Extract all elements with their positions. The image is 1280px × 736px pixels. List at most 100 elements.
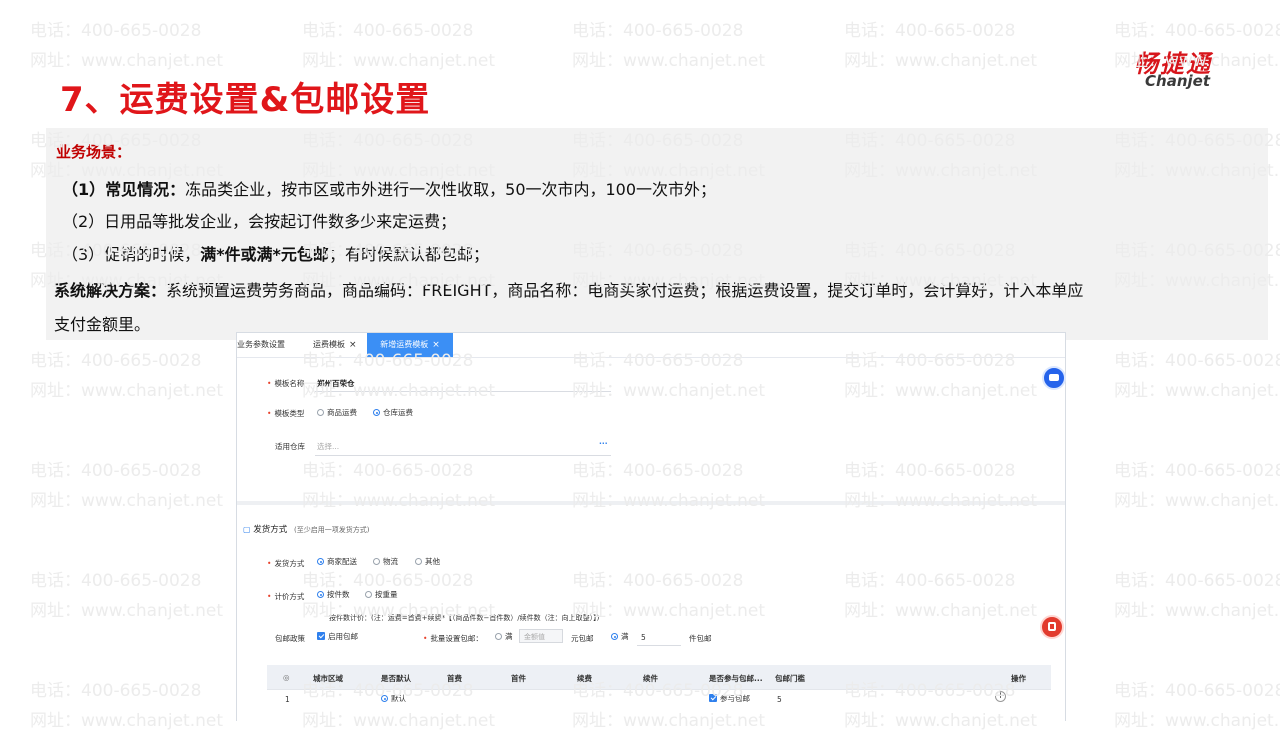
radio-icon	[495, 633, 502, 640]
watermark-phone: 电话：400-665-0028	[30, 21, 202, 41]
table-row-free-join-checkbox[interactable]: 参与包邮	[709, 693, 750, 704]
free-policy-label: 包邮政策	[275, 634, 305, 643]
table-header-next-qty: 续件	[643, 674, 658, 683]
radio-by-quantity-label: 按件数	[327, 590, 350, 599]
radio-by-weight[interactable]: 按重量	[365, 589, 398, 600]
solution-line-1: 系统解决方案：系统预置运费劳务商品，商品编码：FREIGHT，商品名称：电商买家…	[54, 277, 1083, 301]
radio-icon	[365, 591, 372, 598]
pricing-method-label: • 计价方式	[267, 592, 305, 601]
template-name-label: • 模板名称	[267, 379, 305, 388]
radio-by-weight-label: 按重量	[375, 590, 398, 599]
page-title: 7、运费设置&包邮设置	[60, 80, 431, 120]
logo-en-text: Chanjet	[1145, 72, 1210, 90]
close-icon[interactable]: ×	[349, 340, 357, 350]
radio-goods-freight[interactable]: 商品运费	[317, 407, 357, 418]
radio-selected-icon	[381, 695, 388, 702]
unit-yuan: 元包邮	[571, 634, 594, 643]
warehouse-select[interactable]: 选择...	[317, 441, 339, 452]
watermark-text: 电话：400-665-0028网址：www.chanjet.net	[302, 16, 495, 76]
table-header-action: 操作	[1011, 674, 1026, 683]
watermark-phone: 电话：400-665-0028	[1114, 681, 1280, 701]
service-float-icon[interactable]	[1040, 615, 1064, 639]
solution-prefix: 系统解决方案：	[54, 281, 167, 300]
radio-selected-icon	[611, 633, 618, 640]
watermark-text: 电话：400-665-0028 网址：www.chanjet.net	[1114, 566, 1280, 626]
warehouse-label: 适用仓库	[275, 442, 305, 451]
tab-new-freight-template[interactable]: 新增运费模板 ×	[367, 333, 453, 357]
chat-float-icon[interactable]	[1042, 366, 1066, 390]
watermark-site: 网址：www.chanjet.net	[30, 491, 224, 511]
watermark-phone: 电话：400-665-0028	[30, 461, 202, 481]
tab-new-freight-template-label: 新增运费模板	[380, 340, 429, 349]
more-icon[interactable]: ···	[599, 439, 608, 448]
radio-by-quantity[interactable]: 按件数	[317, 589, 350, 600]
table-header-first-qty: 首件	[511, 674, 526, 683]
watermark-phone: 电话：400-665-0028	[1114, 461, 1280, 481]
radio-qty-threshold-label: 满	[621, 632, 629, 641]
radio-qty-threshold[interactable]: 满	[611, 631, 629, 642]
table-row-free-join-label: 参与包邮	[720, 694, 750, 703]
batch-free-label: • 批量设置包邮：	[423, 634, 483, 643]
table-header-default: 是否默认运费规则	[381, 674, 411, 683]
unit-piece: 件包邮	[689, 634, 712, 643]
table-row-default-label: 默认	[391, 694, 406, 703]
enable-free-shipping-checkbox[interactable]: 启用包邮	[317, 631, 358, 642]
watermark-phone: 电话：400-665-0028	[1114, 571, 1280, 591]
box-icon: ▢	[243, 525, 251, 534]
scenario-heading: 业务场景：	[56, 143, 132, 161]
watermark-site: 网址：www.chanjet.net	[1114, 601, 1280, 621]
amount-input[interactable]: 金额值	[519, 629, 563, 643]
scenario-item-1-text: 冻品类企业，按市区或市外进行一次性收取，50一次市内，100一次市外；	[185, 180, 717, 199]
delivery-method-label: • 发货方式	[267, 559, 305, 568]
watermark-text: 电话：400-665-0028网址：www.chanjet.net	[572, 16, 765, 76]
scenario-item-1-prefix: （1）常见情况：	[62, 180, 186, 199]
radio-other[interactable]: 其他	[415, 556, 440, 567]
table-header-city: 城市区域	[313, 674, 343, 683]
template-type-label-text: 模板类型	[274, 409, 305, 418]
template-name-input[interactable]: 郑州百荣仓	[317, 378, 355, 389]
watermark-text: 电话：400-665-0028网址：www.chanjet.net	[30, 346, 223, 406]
scenario-item-3-a: （3）促销的时候，	[62, 245, 201, 264]
watermark-site: 网址：www.chanjet.net	[30, 601, 224, 621]
radio-selected-icon	[317, 558, 324, 565]
tab-freight-template[interactable]: 运费模板 ×	[311, 333, 371, 357]
radio-amount-threshold[interactable]: 满	[495, 631, 513, 642]
enable-free-shipping-label: 启用包邮	[328, 632, 358, 641]
watermark-phone: 电话：400-665-0028	[30, 351, 202, 371]
qty-input[interactable]: 5	[641, 633, 646, 642]
tab-bar: 业务参数设置 运费模板 × 新增运费模板 ×	[237, 333, 1065, 358]
solution-line-2: 支付金额里。	[54, 315, 151, 334]
table-row-threshold[interactable]: 5	[777, 695, 782, 704]
radio-amount-threshold-label: 满	[505, 632, 513, 641]
template-name-label-text: 模板名称	[274, 379, 305, 388]
table-header-next-fee: 续费	[577, 674, 592, 683]
watermark-phone: 电话：400-665-0028	[572, 21, 744, 41]
tab-freight-template-label: 运费模板	[313, 340, 345, 349]
radio-logistics[interactable]: 物流	[373, 556, 398, 567]
table-header-select-all[interactable]: ◎	[283, 673, 290, 682]
radio-merchant-delivery[interactable]: 商家配送	[317, 556, 357, 567]
watermark-text: 电话：400-665-0028网址：www.chanjet.net	[1114, 456, 1280, 516]
close-icon[interactable]: ×	[432, 340, 440, 350]
watermark-text: 电话：400-665-0028网址：www.chanjet.net	[30, 566, 223, 626]
watermark-site: 网址：www.chanjet.net	[844, 51, 1038, 71]
radio-selected-icon	[317, 591, 324, 598]
scenario-item-1: （1）常见情况：冻品类企业，按市区或市外进行一次性收取，50一次市内，100一次…	[62, 176, 716, 200]
solution-text-1: 系统预置运费劳务商品，商品编码：FREIGHT，商品名称：电商买家付运费；根据运…	[166, 281, 1084, 300]
radio-warehouse-freight[interactable]: 仓库运费	[373, 407, 413, 418]
checkbox-checked-icon	[317, 632, 325, 640]
table-header-first-fee: 首费	[447, 674, 462, 683]
radio-logistics-label: 物流	[383, 557, 398, 566]
add-row-icon[interactable]: +	[995, 691, 1006, 702]
radio-merchant-delivery-label: 商家配送	[327, 557, 357, 566]
radio-icon	[317, 409, 324, 416]
tab-business-params[interactable]: 业务参数设置	[237, 333, 303, 357]
radio-other-label: 其他	[425, 557, 440, 566]
radio-selected-icon	[373, 409, 380, 416]
batch-free-label-text: 批量设置包邮：	[430, 634, 483, 643]
table-row-divider	[267, 689, 1051, 690]
table-row-default-radio[interactable]: 默认	[381, 693, 406, 704]
shipping-section-hint: (至少启用一项发货方式)	[293, 526, 370, 534]
watermark-text: 电话：400-665-0028网址：www.chanjet.net	[30, 16, 223, 76]
watermark-site: 网址：www.chanjet.net	[1114, 711, 1280, 731]
